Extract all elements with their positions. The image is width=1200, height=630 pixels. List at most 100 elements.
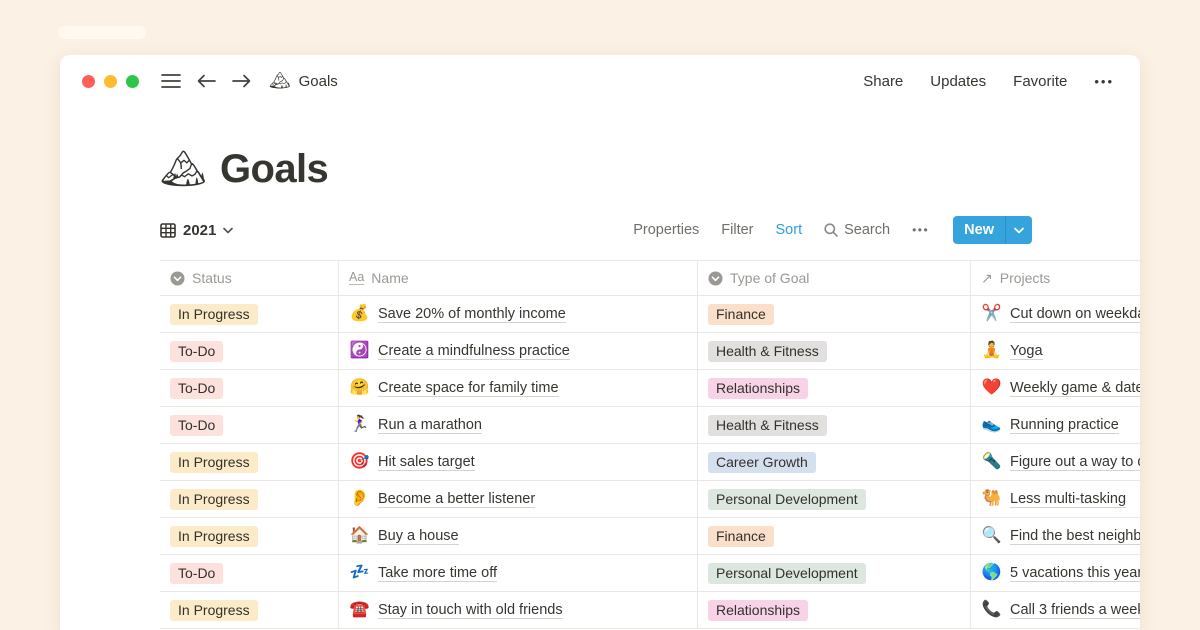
- status-cell[interactable]: To-Do: [160, 333, 339, 369]
- status-badge[interactable]: In Progress: [170, 304, 258, 325]
- goal-type-badge[interactable]: Relationships: [708, 378, 808, 399]
- status-badge[interactable]: To-Do: [170, 415, 223, 436]
- table-row[interactable]: To-Do 💤 Take more time off Personal Deve…: [160, 555, 1140, 592]
- type-of-goal-cell[interactable]: Personal Development: [698, 555, 971, 591]
- projects-cell[interactable]: 🔍 Find the best neighborhood: [971, 518, 1140, 554]
- column-header-status[interactable]: Status: [160, 261, 339, 295]
- status-badge[interactable]: In Progress: [170, 600, 258, 621]
- favorite-button[interactable]: Favorite: [1013, 73, 1067, 90]
- column-header-projects[interactable]: ↗ Projects: [971, 261, 1140, 295]
- projects-cell[interactable]: ✂️ Cut down on weekday spending: [971, 296, 1140, 332]
- goal-type-badge[interactable]: Relationships: [708, 600, 808, 621]
- goal-type-badge[interactable]: Finance: [708, 526, 774, 547]
- project-page-link[interactable]: Less multi-tasking: [1010, 491, 1126, 508]
- goal-page-link[interactable]: Save 20% of monthly income: [378, 306, 566, 323]
- type-of-goal-cell[interactable]: Health & Fitness: [698, 333, 971, 369]
- projects-cell[interactable]: 👟 Running practice: [971, 407, 1140, 443]
- more-options-icon[interactable]: •••: [1094, 74, 1114, 89]
- name-cell[interactable]: 🏃‍♀️ Run a marathon: [339, 407, 698, 443]
- updates-button[interactable]: Updates: [930, 73, 986, 90]
- goal-page-link[interactable]: Create space for family time: [378, 380, 559, 397]
- share-button[interactable]: Share: [863, 73, 903, 90]
- forward-arrow-icon[interactable]: [232, 74, 251, 88]
- projects-cell[interactable]: 🧘 Yoga: [971, 333, 1140, 369]
- table-row[interactable]: In Progress 🎯 Hit sales target Career Gr…: [160, 444, 1140, 481]
- filter-button[interactable]: Filter: [721, 222, 753, 238]
- project-page-link[interactable]: Weekly game & date nights: [1010, 380, 1140, 397]
- type-of-goal-cell[interactable]: Career Growth: [698, 444, 971, 480]
- goal-page-link[interactable]: Hit sales target: [378, 454, 475, 471]
- type-of-goal-cell[interactable]: Personal Development: [698, 481, 971, 517]
- type-of-goal-cell[interactable]: Health & Fitness: [698, 407, 971, 443]
- name-cell[interactable]: ☎️ Stay in touch with old friends: [339, 592, 698, 628]
- goal-type-badge[interactable]: Career Growth: [708, 452, 816, 473]
- project-page-link[interactable]: Cut down on weekday spending: [1010, 306, 1140, 323]
- status-cell[interactable]: To-Do: [160, 407, 339, 443]
- status-cell[interactable]: To-Do: [160, 555, 339, 591]
- goal-page-link[interactable]: Become a better listener: [378, 491, 535, 508]
- minimize-window-icon[interactable]: [104, 75, 117, 88]
- table-row[interactable]: To-Do 🏃‍♀️ Run a marathon Health & Fitne…: [160, 407, 1140, 444]
- column-header-type-of-goal[interactable]: Type of Goal: [698, 261, 971, 295]
- status-cell[interactable]: In Progress: [160, 444, 339, 480]
- goal-type-badge[interactable]: Personal Development: [708, 563, 866, 584]
- status-badge[interactable]: In Progress: [170, 452, 258, 473]
- name-cell[interactable]: ☯️ Create a mindfulness practice: [339, 333, 698, 369]
- column-header-name[interactable]: Aa Name: [339, 261, 698, 295]
- table-row[interactable]: In Progress 🏠 Buy a house Finance 🔍 Find…: [160, 518, 1140, 555]
- table-row[interactable]: In Progress 💰 Save 20% of monthly income…: [160, 296, 1140, 333]
- status-cell[interactable]: In Progress: [160, 481, 339, 517]
- name-cell[interactable]: 💤 Take more time off: [339, 555, 698, 591]
- status-cell[interactable]: To-Do: [160, 370, 339, 406]
- sort-button[interactable]: Sort: [776, 222, 803, 238]
- name-cell[interactable]: 🤗 Create space for family time: [339, 370, 698, 406]
- goal-type-badge[interactable]: Personal Development: [708, 489, 866, 510]
- search-button[interactable]: Search: [824, 222, 890, 238]
- goal-type-badge[interactable]: Health & Fitness: [708, 415, 827, 436]
- name-cell[interactable]: 🎯 Hit sales target: [339, 444, 698, 480]
- type-of-goal-cell[interactable]: Finance: [698, 518, 971, 554]
- status-badge[interactable]: To-Do: [170, 341, 223, 362]
- projects-cell[interactable]: 📞 Call 3 friends a week: [971, 592, 1140, 628]
- type-of-goal-cell[interactable]: Relationships: [698, 592, 971, 628]
- project-page-link[interactable]: Call 3 friends a week: [1010, 602, 1140, 619]
- goal-page-link[interactable]: Take more time off: [378, 565, 497, 582]
- status-cell[interactable]: In Progress: [160, 296, 339, 332]
- projects-cell[interactable]: 🐫 Less multi-tasking: [971, 481, 1140, 517]
- page-emoji-icon[interactable]: 🏔: [160, 148, 207, 191]
- goal-page-link[interactable]: Buy a house: [378, 528, 459, 545]
- properties-button[interactable]: Properties: [633, 222, 699, 238]
- status-cell[interactable]: In Progress: [160, 518, 339, 554]
- goal-page-link[interactable]: Stay in touch with old friends: [378, 602, 563, 619]
- project-page-link[interactable]: 5 vacations this year: [1010, 565, 1140, 582]
- name-cell[interactable]: 👂 Become a better listener: [339, 481, 698, 517]
- goal-page-link[interactable]: Run a marathon: [378, 417, 482, 434]
- projects-cell[interactable]: ❤️ Weekly game & date nights: [971, 370, 1140, 406]
- back-arrow-icon[interactable]: [197, 74, 216, 88]
- status-cell[interactable]: In Progress: [160, 592, 339, 628]
- zoom-window-icon[interactable]: [126, 75, 139, 88]
- projects-cell[interactable]: 🌎 5 vacations this year: [971, 555, 1140, 591]
- goal-page-link[interactable]: Create a mindfulness practice: [378, 343, 570, 360]
- table-row[interactable]: In Progress 👂 Become a better listener P…: [160, 481, 1140, 518]
- page-title[interactable]: Goals: [220, 147, 328, 192]
- type-of-goal-cell[interactable]: Finance: [698, 296, 971, 332]
- name-cell[interactable]: 🏠 Buy a house: [339, 518, 698, 554]
- goal-type-badge[interactable]: Finance: [708, 304, 774, 325]
- projects-cell[interactable]: 🔦 Figure out a way to do this: [971, 444, 1140, 480]
- table-row[interactable]: To-Do 🤗 Create space for family time Rel…: [160, 370, 1140, 407]
- project-page-link[interactable]: Figure out a way to do this: [1010, 454, 1140, 471]
- status-badge[interactable]: To-Do: [170, 563, 223, 584]
- status-badge[interactable]: To-Do: [170, 378, 223, 399]
- breadcrumb[interactable]: 🏔 Goals: [269, 71, 338, 91]
- goal-type-badge[interactable]: Health & Fitness: [708, 341, 827, 362]
- table-row[interactable]: In Progress ☎️ Stay in touch with old fr…: [160, 592, 1140, 629]
- close-window-icon[interactable]: [82, 75, 95, 88]
- sidebar-menu-icon[interactable]: [161, 74, 181, 88]
- new-button[interactable]: New: [953, 216, 1032, 244]
- new-button-dropdown[interactable]: [1006, 216, 1032, 244]
- table-row[interactable]: To-Do ☯️ Create a mindfulness practice H…: [160, 333, 1140, 370]
- name-cell[interactable]: 💰 Save 20% of monthly income: [339, 296, 698, 332]
- toolbar-more-icon[interactable]: •••: [912, 223, 929, 237]
- status-badge[interactable]: In Progress: [170, 489, 258, 510]
